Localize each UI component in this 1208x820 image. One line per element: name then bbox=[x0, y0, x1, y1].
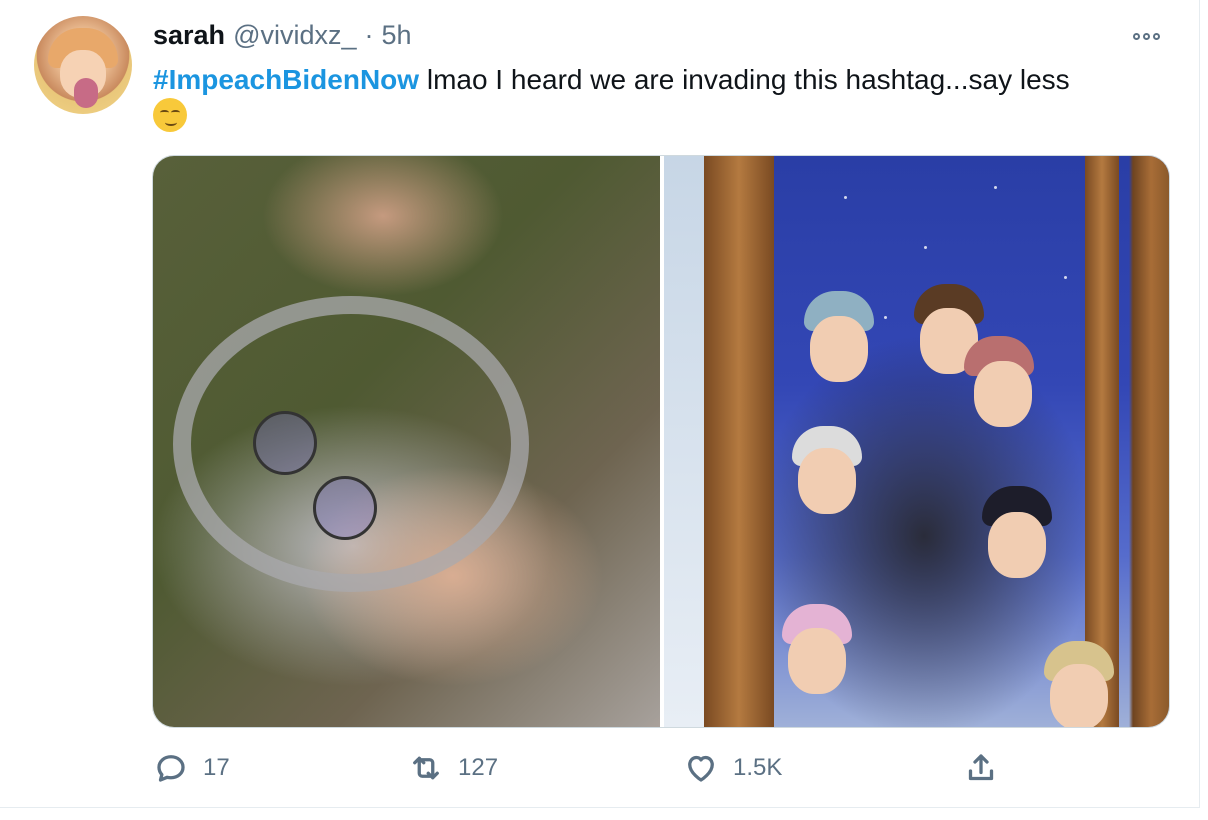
tweet-actions: 17 127 1.5K bbox=[153, 748, 1033, 788]
emoji-mouth bbox=[165, 119, 177, 126]
more-dot bbox=[1143, 32, 1150, 40]
photo-face bbox=[1050, 664, 1108, 727]
tweet-body: lmao I heard we are invading this hashta… bbox=[419, 64, 1070, 95]
reply-count: 17 bbox=[203, 754, 230, 781]
like-button[interactable]: 1.5K bbox=[683, 748, 782, 788]
photo-star bbox=[884, 316, 887, 319]
photo-right[interactable] bbox=[664, 156, 1169, 727]
tweet-card[interactable]: sarah @vividxz_ · 5h #ImpeachBidenNow lm… bbox=[0, 0, 1200, 808]
author-name[interactable]: sarah bbox=[153, 20, 225, 51]
photo-glasses bbox=[313, 476, 377, 540]
photo-face bbox=[788, 628, 846, 694]
avatar[interactable] bbox=[34, 16, 132, 114]
hashtag-link[interactable]: #ImpeachBidenNow bbox=[153, 64, 419, 95]
tweet-text: #ImpeachBidenNow lmao I heard we are inv… bbox=[153, 62, 1173, 135]
share-button[interactable] bbox=[963, 748, 999, 788]
photo-face bbox=[798, 448, 856, 514]
photo-face bbox=[988, 512, 1046, 578]
like-count: 1.5K bbox=[733, 754, 783, 781]
retweet-count: 127 bbox=[458, 754, 499, 781]
smirking-face-emoji-icon bbox=[153, 98, 187, 132]
photo-star bbox=[1064, 276, 1067, 279]
photo-door-left bbox=[704, 156, 774, 727]
photo-left[interactable] bbox=[153, 156, 660, 727]
avatar-hand bbox=[74, 78, 98, 108]
author-handle[interactable]: @vividxz_ bbox=[233, 20, 356, 51]
reply-icon bbox=[157, 755, 185, 782]
photo-star bbox=[924, 246, 927, 249]
photo-glasses bbox=[253, 411, 317, 475]
photo-window bbox=[664, 156, 704, 727]
header-separator: · bbox=[364, 20, 374, 50]
reply-button[interactable]: 17 bbox=[153, 748, 230, 788]
photo-face bbox=[810, 316, 868, 382]
photo-star bbox=[844, 196, 847, 199]
retweet-button[interactable]: 127 bbox=[408, 748, 498, 788]
more-options-icon[interactable] bbox=[1133, 28, 1167, 44]
tweet-header: sarah @vividxz_ · 5h bbox=[153, 20, 412, 54]
more-dot bbox=[1133, 32, 1140, 40]
retweet-icon bbox=[413, 756, 439, 780]
photo-face bbox=[974, 361, 1032, 427]
timestamp[interactable]: 5h bbox=[382, 20, 412, 51]
more-dot bbox=[1153, 32, 1160, 40]
photo-hood bbox=[173, 296, 529, 592]
media-grid bbox=[152, 155, 1170, 728]
photo-star bbox=[994, 186, 997, 189]
heart-icon bbox=[688, 755, 714, 782]
share-icon bbox=[968, 754, 994, 781]
